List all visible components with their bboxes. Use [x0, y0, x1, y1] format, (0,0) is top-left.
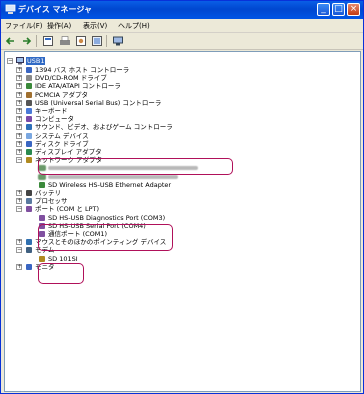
- toolbar-separator: [36, 35, 37, 47]
- tree-node-label: SD 101SI: [48, 254, 78, 263]
- tree-node-label: システム デバイス: [35, 131, 89, 140]
- tree-node-label: SD Wireless HS-USB Ethernet Adapter: [48, 180, 172, 189]
- collapse-icon[interactable]: −: [16, 206, 22, 213]
- collapse-icon[interactable]: −: [16, 157, 22, 164]
- tree-node-label: 1394 バス ホスト コントローラ: [35, 66, 130, 74]
- tree-node-label: USB (Universal Serial Bus) コントローラ: [35, 98, 162, 107]
- sound-icon: [26, 124, 32, 131]
- expand-icon[interactable]: +: [16, 83, 22, 90]
- back-icon[interactable]: [5, 35, 17, 47]
- expand-icon[interactable]: +: [16, 239, 22, 246]
- tree-node-label: キーボード: [35, 107, 68, 115]
- expand-icon[interactable]: +: [16, 116, 22, 123]
- device-manager-window: デバイス マネージャ _ □ × ファイル(F) 操作(A) 表示(V) ヘルプ…: [0, 0, 364, 394]
- modem-device-icon: [39, 255, 45, 262]
- scan-icon[interactable]: [112, 35, 124, 47]
- highlight-ports: [38, 224, 173, 251]
- system-icon: [26, 132, 32, 139]
- port-device-icon: [39, 214, 45, 221]
- collapse-icon[interactable]: −: [7, 58, 13, 64]
- tree-node-label: PCMCIA アダプタ: [35, 90, 89, 99]
- collapse-icon[interactable]: −: [16, 247, 22, 254]
- tree-node-label: ポート (COM と LPT): [35, 205, 100, 214]
- monitor-icon: [26, 263, 32, 270]
- forward-icon[interactable]: [20, 35, 32, 47]
- expand-icon[interactable]: +: [16, 124, 22, 131]
- tree-node-label: サウンド、ビデオ、およびゲーム コントローラ: [35, 123, 173, 132]
- device-tree: − USB1 +1394 バス ホスト コントローラ + DVD/CD-ROM ドラ…: [4, 51, 361, 392]
- cdrom-icon: [26, 75, 32, 82]
- expand-icon[interactable]: +: [16, 99, 22, 106]
- menu-help[interactable]: ヘルプ(H): [118, 21, 150, 31]
- view-icon[interactable]: [91, 35, 103, 47]
- highlight-modem: [38, 263, 84, 284]
- keyboard-icon: [26, 108, 32, 114]
- usb-icon: [26, 99, 32, 106]
- expand-icon[interactable]: +: [16, 149, 22, 155]
- expand-icon[interactable]: +: [16, 108, 22, 114]
- tree-node-label: SD HS-USB Diagnostics Port (COM3): [48, 213, 166, 222]
- expand-icon[interactable]: +: [16, 132, 22, 139]
- redacted-device: [48, 174, 178, 179]
- tree-node-label: ディスク ドライブ: [35, 139, 89, 148]
- expand-icon[interactable]: +: [16, 198, 22, 205]
- expand-icon[interactable]: +: [16, 75, 22, 82]
- tree-node-label: コンピュータ: [35, 115, 74, 124]
- modem-icon: [26, 247, 32, 254]
- display-icon: [26, 149, 32, 155]
- root-label: USB1: [26, 57, 46, 65]
- network-icon: [26, 157, 32, 164]
- menu-file[interactable]: ファイル(F): [5, 21, 43, 31]
- expand-icon[interactable]: +: [16, 67, 22, 73]
- bus-icon: [26, 67, 32, 73]
- mouse-icon: [26, 239, 32, 246]
- tree-node-label: IDE ATA/ATAPI コントローラ: [35, 82, 121, 91]
- expand-icon[interactable]: +: [16, 190, 22, 196]
- minimize-button[interactable]: _: [317, 3, 330, 16]
- device-manager-icon: [5, 4, 16, 14]
- toolbar-separator: [106, 35, 107, 47]
- expand-icon[interactable]: +: [16, 91, 22, 98]
- expand-icon[interactable]: +: [16, 263, 22, 270]
- print-icon[interactable]: [59, 35, 71, 47]
- computer-icon: [16, 57, 24, 65]
- processor-icon: [26, 198, 32, 205]
- window-title: デバイス マネージャ: [18, 5, 92, 14]
- close-button[interactable]: ×: [347, 3, 360, 16]
- network-adapter-icon: [39, 181, 45, 188]
- battery-icon: [26, 190, 32, 196]
- tree-node-label: プロセッサ: [35, 197, 68, 206]
- menu-view[interactable]: 表示(V): [83, 21, 107, 31]
- computer-icon: [26, 116, 32, 123]
- menu-action[interactable]: 操作(A): [47, 21, 71, 31]
- pcmcia-icon: [26, 91, 32, 98]
- tree-root[interactable]: − USB1: [7, 57, 207, 66]
- expand-icon[interactable]: +: [16, 140, 22, 147]
- tree-node-label: ディスプレイ アダプタ: [35, 148, 102, 156]
- tree-node-label: DVD/CD-ROM ドライブ: [35, 74, 107, 83]
- title-bar[interactable]: デバイス マネージャ _ □ ×: [1, 1, 363, 19]
- ide-icon: [26, 83, 32, 90]
- port-icon: [26, 206, 32, 213]
- help-icon[interactable]: [75, 35, 87, 47]
- tree-node-label: バッテリ: [35, 189, 61, 197]
- properties-icon[interactable]: [42, 35, 54, 47]
- menu-bar: ファイル(F) 操作(A) 表示(V) ヘルプ(H): [1, 19, 363, 33]
- maximize-button[interactable]: □: [332, 3, 345, 16]
- toolbar: [1, 33, 363, 50]
- disk-icon: [26, 140, 32, 147]
- highlight-ethernet: [38, 158, 233, 175]
